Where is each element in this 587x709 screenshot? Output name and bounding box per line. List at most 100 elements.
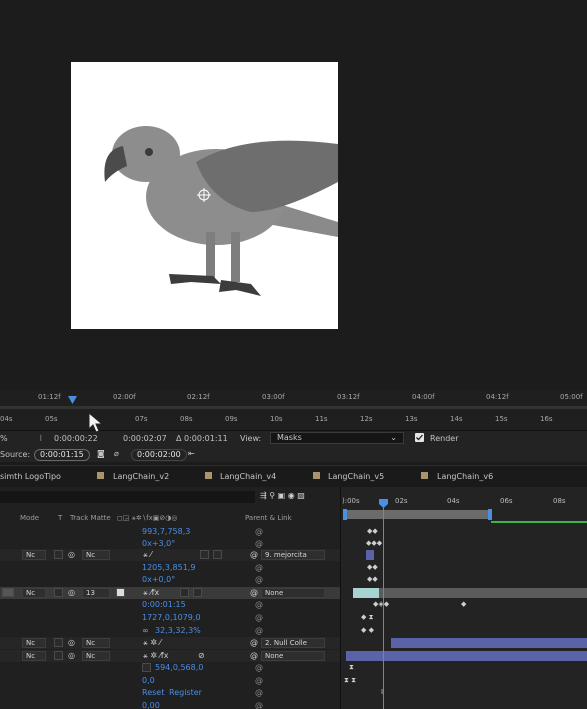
tab-langchain-v4[interactable]: LangChain_v4 bbox=[220, 472, 276, 481]
t-toggle[interactable] bbox=[54, 638, 63, 647]
parent-dropdown[interactable]: None bbox=[261, 588, 325, 598]
spiral-link-icon[interactable]: @ bbox=[255, 676, 263, 685]
property-value[interactable]: 993,7,758,3 bbox=[142, 527, 190, 536]
property-row[interactable]: 1205,3,851,9 @ bbox=[0, 562, 340, 574]
ruler-track[interactable] bbox=[0, 406, 587, 409]
spiral-link-icon[interactable]: @ bbox=[255, 613, 263, 622]
playhead-line[interactable] bbox=[383, 499, 384, 709]
layer-duration-bar[interactable] bbox=[379, 588, 587, 598]
switch-icons[interactable]: ⚹ ✲ ⁄fx bbox=[143, 651, 168, 661]
property-row[interactable]: 993,7,758,3 @ bbox=[0, 526, 340, 538]
matte-icon[interactable]: ◎ bbox=[68, 651, 75, 660]
switch-icons[interactable]: ⚹ ✲ ⁄ bbox=[143, 638, 161, 648]
spiral-link-icon[interactable]: @ bbox=[255, 575, 263, 584]
property-value[interactable]: 32,3,32,3% bbox=[155, 626, 201, 635]
layer-duration-bar[interactable] bbox=[391, 638, 587, 648]
property-value[interactable]: 1205,3,851,9 bbox=[142, 563, 195, 572]
parent-dropdown[interactable]: 2. Null Colle bbox=[261, 638, 325, 648]
work-area-start[interactable] bbox=[343, 509, 347, 520]
constrain-link-icon[interactable]: ∞ bbox=[142, 626, 149, 635]
mode-dropdown[interactable]: Nc bbox=[22, 651, 46, 661]
spiral-link-icon[interactable]: @ bbox=[255, 539, 263, 548]
spiral-link-icon[interactable]: @ bbox=[255, 663, 263, 672]
keyframe-diamond[interactable]: ◆ ◆ bbox=[361, 626, 374, 634]
keyframe-diamond[interactable]: ◆◆ bbox=[367, 563, 378, 571]
playhead-icon[interactable] bbox=[68, 396, 77, 404]
spiral-link-icon[interactable]: @ bbox=[250, 638, 258, 647]
mode-dropdown[interactable]: Nc bbox=[22, 550, 46, 560]
track-matte-dropdown[interactable]: Nc bbox=[82, 638, 110, 648]
property-row[interactable]: 1727,0,1079,0 @ bbox=[0, 612, 340, 624]
spiral-link-icon[interactable]: @ bbox=[255, 563, 263, 572]
keyframe-diamond[interactable]: ◆◆◆ bbox=[366, 539, 382, 547]
property-row[interactable]: 0,0 @ bbox=[0, 675, 340, 687]
view-select[interactable]: Masks ⌄ bbox=[270, 432, 404, 444]
mode-dropdown[interactable]: Nc bbox=[22, 588, 46, 598]
spiral-link-icon[interactable]: @ bbox=[255, 626, 263, 635]
reset-link[interactable]: Reset bbox=[142, 688, 164, 697]
spiral-link-icon[interactable]: @ bbox=[250, 651, 258, 660]
track-matte-dropdown[interactable]: Nc bbox=[82, 550, 110, 560]
keyframe-diamond[interactable]: ◆ ⧗ bbox=[361, 613, 374, 622]
composition-canvas[interactable] bbox=[71, 62, 338, 329]
layer-duration-bar[interactable] bbox=[366, 550, 374, 560]
switch-icons[interactable]: ⚹ ⁄ bbox=[143, 550, 152, 560]
layer-duration-bar[interactable] bbox=[353, 588, 379, 598]
mask-icon[interactable]: ⌀ bbox=[114, 449, 119, 458]
keyframe-diamond[interactable]: ◆◈◆ bbox=[373, 600, 389, 608]
keyframe-hold[interactable]: ⧗ ⧗ bbox=[344, 676, 356, 685]
track-matte-dropdown[interactable]: 13 bbox=[82, 588, 110, 598]
spiral-link-icon[interactable]: @ bbox=[255, 701, 263, 709]
layer-row-selected[interactable]: Nc ◎ 13 ⚹ ⁄fx @ None bbox=[0, 587, 340, 599]
spiral-link-icon[interactable]: @ bbox=[255, 688, 263, 697]
property-row[interactable]: 0,00 @ bbox=[0, 700, 340, 709]
switch-box[interactable] bbox=[213, 550, 222, 559]
tab-simth-logotipo[interactable]: simth LogoTipo bbox=[0, 472, 61, 481]
property-row[interactable]: 0:00:01:15 @ bbox=[0, 599, 340, 611]
switch-box[interactable] bbox=[200, 550, 209, 559]
matte-icon[interactable]: ◎ bbox=[68, 550, 75, 559]
tab-langchain-v2[interactable]: LangChain_v2 bbox=[113, 472, 169, 481]
tab-langchain-v5[interactable]: LangChain_v5 bbox=[328, 472, 384, 481]
source-end-field[interactable]: 0:00:02:00 bbox=[131, 449, 187, 461]
property-value[interactable]: 594,0,568,0 bbox=[155, 663, 203, 672]
switch-box[interactable] bbox=[116, 588, 125, 597]
layer-label[interactable] bbox=[2, 588, 14, 597]
keyframe-diamond[interactable]: ◆◆ bbox=[367, 527, 378, 535]
switch-icons[interactable]: ⚹ ⁄fx bbox=[143, 588, 159, 598]
property-value[interactable]: 0x+0,0° bbox=[142, 575, 175, 584]
mode-dropdown[interactable]: Nc bbox=[22, 638, 46, 648]
zoom-percent[interactable]: % bbox=[0, 434, 8, 443]
spiral-link-icon[interactable]: @ bbox=[255, 600, 263, 609]
layer-row[interactable]: Nc ◎ Nc ⚹ ⁄ @ 9. mejorcita bbox=[0, 549, 340, 561]
snapshot-icon[interactable]: ⇤ bbox=[188, 449, 195, 458]
source-time-field[interactable]: 0:00:01:15 bbox=[34, 449, 90, 461]
property-row[interactable]: ∞ 32,3,32,3% @ bbox=[0, 625, 340, 637]
matte-icon[interactable]: ◎ bbox=[68, 588, 75, 597]
t-toggle[interactable] bbox=[54, 588, 63, 597]
spiral-link-icon[interactable]: @ bbox=[250, 550, 258, 559]
switch-icons[interactable]: ⊘ bbox=[198, 651, 205, 660]
layer-row[interactable]: Nc ◎ Nc ⚹ ✲ ⁄ @ 2. Null Colle bbox=[0, 637, 340, 649]
toolbar-icons[interactable]: ⇶ ⚲ ▣ ◉ ▨ bbox=[260, 491, 305, 500]
switch-box[interactable] bbox=[193, 588, 202, 597]
parent-dropdown[interactable]: None bbox=[261, 651, 325, 661]
property-value[interactable]: 0,00 bbox=[142, 701, 160, 709]
t-toggle[interactable] bbox=[54, 550, 63, 559]
keyframe-hold[interactable]: ⧗ bbox=[349, 663, 354, 672]
playhead-icon[interactable] bbox=[379, 499, 388, 508]
current-time[interactable]: 0:00:00:22 bbox=[54, 434, 98, 443]
track-matte-dropdown[interactable]: Nc bbox=[82, 651, 110, 661]
render-checkbox[interactable] bbox=[415, 433, 424, 442]
timeline-search[interactable] bbox=[0, 491, 255, 503]
parent-dropdown[interactable]: 9. mejorcita bbox=[261, 550, 325, 560]
keyframe-diamond[interactable]: ◆ bbox=[461, 600, 466, 608]
property-row[interactable]: Reset Register @ bbox=[0, 687, 340, 699]
property-value[interactable]: 0,0 bbox=[142, 676, 155, 685]
spiral-link-icon[interactable]: @ bbox=[255, 527, 263, 536]
composition-viewer[interactable] bbox=[0, 0, 587, 390]
matte-icon[interactable]: ◎ bbox=[68, 638, 75, 647]
switch-box[interactable] bbox=[142, 663, 151, 672]
property-row[interactable]: 0x+0,0° @ bbox=[0, 574, 340, 586]
layer-row[interactable]: Nc ◎ Nc ⚹ ✲ ⁄fx ⊘ @ None bbox=[0, 650, 340, 662]
